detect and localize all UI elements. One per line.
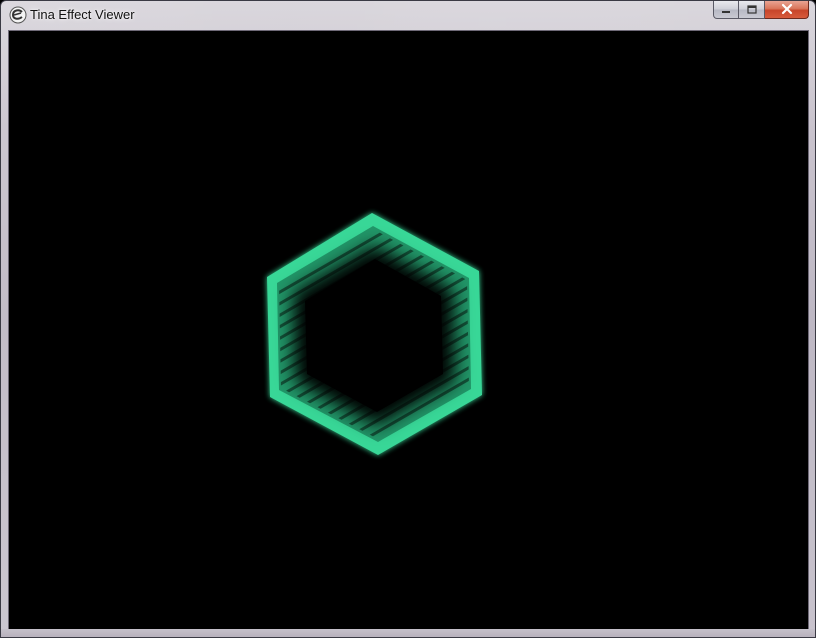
caption-buttons <box>713 1 809 20</box>
window-bottom-border <box>1 629 815 637</box>
close-icon <box>780 0 794 19</box>
window-title: Tina Effect Viewer <box>30 7 135 22</box>
app-window: Tina Effect Viewer <box>0 0 816 638</box>
minimize-icon <box>720 0 732 19</box>
maximize-button[interactable] <box>739 1 765 19</box>
effect-canvas <box>267 213 482 455</box>
close-button[interactable] <box>765 1 809 19</box>
hexagon-effect <box>267 213 482 455</box>
minimize-button[interactable] <box>713 1 739 19</box>
effect-viewport[interactable] <box>8 30 809 631</box>
tina-logo-icon[interactable] <box>9 6 27 24</box>
maximize-icon <box>746 0 758 19</box>
title-bar[interactable]: Tina Effect Viewer <box>1 1 815 29</box>
